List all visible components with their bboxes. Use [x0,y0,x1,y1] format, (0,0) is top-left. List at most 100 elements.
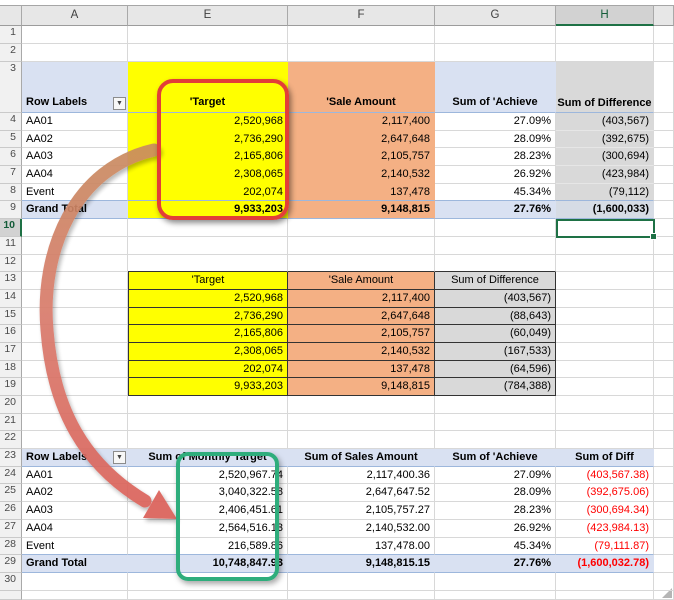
cell-G13[interactable]: Sum of Difference [435,272,556,290]
cell-I6[interactable] [654,148,674,166]
cell-G24[interactable]: 27.09% [435,467,556,485]
cell-H21[interactable] [556,414,654,432]
row-header-29[interactable]: 29 [0,555,22,573]
cell-I3[interactable] [654,62,674,113]
cell-A18[interactable] [22,361,128,379]
fill-handle[interactable] [650,233,657,240]
cell-A27[interactable]: AA04 [22,520,128,538]
cell-G1[interactable] [435,26,556,44]
row-header-10[interactable]: 10 [0,219,22,237]
row-header-16[interactable]: 16 [0,325,22,343]
column-header-F[interactable]: F [288,5,435,26]
cell-I10[interactable] [654,219,674,237]
row-header-20[interactable]: 20 [0,396,22,414]
cell-H3[interactable]: Sum of Difference [556,62,654,113]
cell-F4[interactable]: 2,117,400 [288,113,435,131]
row-header-3[interactable]: 3 [0,62,22,113]
cell-G22[interactable] [435,431,556,449]
select-all-button[interactable] [0,5,22,26]
cell-G10[interactable] [435,219,556,237]
row-header-23[interactable]: 23 [0,449,22,467]
column-header-E[interactable]: E [128,5,288,26]
cell-G14[interactable]: (403,567) [435,290,556,308]
cell-G3[interactable]: Sum of 'Achieve [435,62,556,113]
cell-H9[interactable]: (1,600,033) [556,201,654,219]
filter-dropdown-button[interactable]: ▼ [113,451,126,464]
cell-A25[interactable]: AA02 [22,484,128,502]
cell-E1[interactable] [128,26,288,44]
cell-A16[interactable] [22,325,128,343]
row-header-18[interactable]: 18 [0,361,22,379]
cell-G25[interactable]: 28.09% [435,484,556,502]
cell-I9[interactable] [654,201,674,219]
cell-H29[interactable]: (1,600,032.78) [556,555,654,573]
cell-F15[interactable]: 2,647,648 [288,308,435,326]
cell-I31[interactable] [654,591,674,600]
row-header-7[interactable]: 7 [0,166,22,184]
cell-G28[interactable]: 45.34% [435,538,556,556]
cell-F14[interactable]: 2,117,400 [288,290,435,308]
cell-F27[interactable]: 2,140,532.00 [288,520,435,538]
row-header-6[interactable]: 6 [0,148,22,166]
cell-I19[interactable] [654,378,674,396]
cell-I23[interactable] [654,449,674,467]
cell-F26[interactable]: 2,105,757.27 [288,502,435,520]
cell-F10[interactable] [288,219,435,237]
cell-F17[interactable]: 2,140,532 [288,343,435,361]
cell-H17[interactable] [556,343,654,361]
row-header-2[interactable]: 2 [0,44,22,62]
row-header-30[interactable]: 30 [0,573,22,591]
cell-E14[interactable]: 2,520,968 [128,290,288,308]
cell-E11[interactable] [128,237,288,255]
cell-F21[interactable] [288,414,435,432]
cell-H31[interactable] [556,591,654,600]
cell-H7[interactable]: (423,984) [556,166,654,184]
cell-I29[interactable] [654,555,674,573]
cell-G30[interactable] [435,573,556,591]
cell-A4[interactable]: AA01 [22,113,128,131]
cell-F5[interactable]: 2,647,648 [288,131,435,149]
cell-F28[interactable]: 137,478.00 [288,538,435,556]
cell-H4[interactable]: (403,567) [556,113,654,131]
cell-I1[interactable] [654,26,674,44]
cell-F31[interactable] [288,591,435,600]
cell-G6[interactable]: 28.23% [435,148,556,166]
cell-G29[interactable]: 27.76% [435,555,556,573]
cell-G9[interactable]: 27.76% [435,201,556,219]
cell-H1[interactable] [556,26,654,44]
cell-H24[interactable]: (403,567.38) [556,467,654,485]
filter-dropdown-button[interactable]: ▼ [113,97,126,110]
cell-A13[interactable] [22,272,128,290]
cell-I16[interactable] [654,325,674,343]
cell-A24[interactable]: AA01 [22,467,128,485]
cell-I21[interactable] [654,414,674,432]
cell-G15[interactable]: (88,643) [435,308,556,326]
cell-H14[interactable] [556,290,654,308]
cell-I25[interactable] [654,484,674,502]
cell-I22[interactable] [654,431,674,449]
cell-A17[interactable] [22,343,128,361]
cell-G17[interactable]: (167,533) [435,343,556,361]
cell-G26[interactable]: 28.23% [435,502,556,520]
cell-A9[interactable]: Grand Total [22,201,128,219]
cell-F1[interactable] [288,26,435,44]
cell-I11[interactable] [654,237,674,255]
row-header-12[interactable]: 12 [0,255,22,273]
cell-F29[interactable]: 9,148,815.15 [288,555,435,573]
row-header-4[interactable]: 4 [0,113,22,131]
column-header-A[interactable]: A [22,5,128,26]
cell-F24[interactable]: 2,117,400.36 [288,467,435,485]
cell-I7[interactable] [654,166,674,184]
cell-H26[interactable]: (300,694.34) [556,502,654,520]
cell-I28[interactable] [654,538,674,556]
column-header-H[interactable]: H [556,5,654,26]
cell-H8[interactable]: (79,112) [556,184,654,202]
cell-E20[interactable] [128,396,288,414]
cell-A11[interactable] [22,237,128,255]
cell-A3[interactable]: Row Labels▼ [22,62,128,113]
row-header-1[interactable]: 1 [0,26,22,44]
cell-E10[interactable] [128,219,288,237]
row-header-25[interactable]: 25 [0,484,22,502]
cell-E12[interactable] [128,255,288,273]
cell-F23[interactable]: Sum of Sales Amount [288,449,435,467]
